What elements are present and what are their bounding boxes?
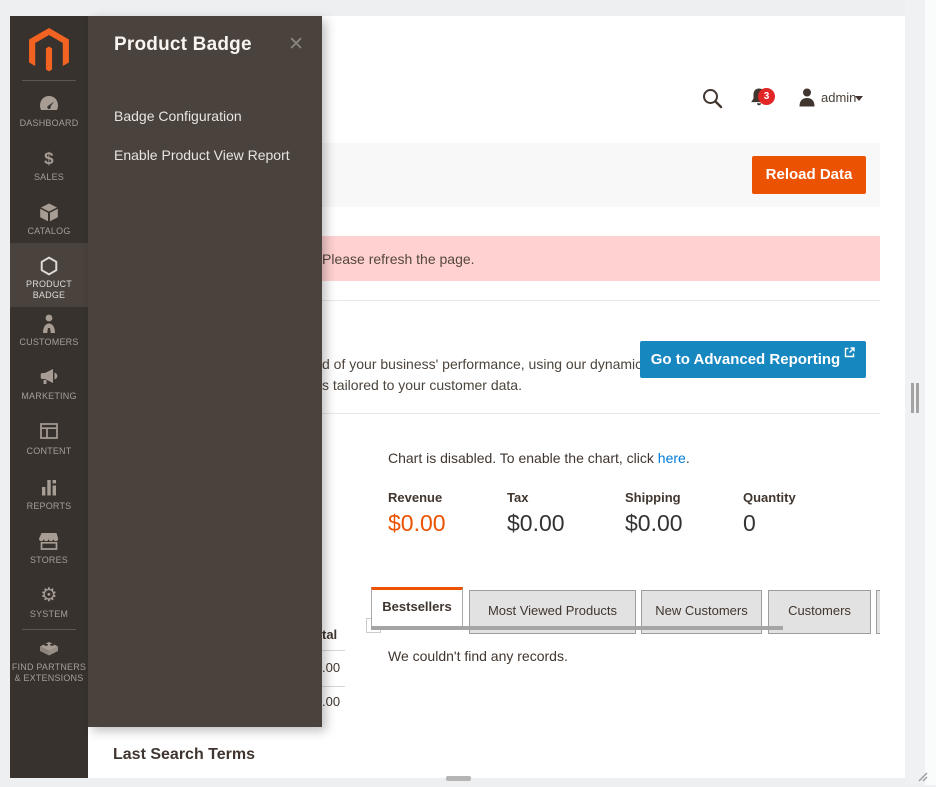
sidebar-item-content[interactable]: CONTENT — [10, 423, 88, 457]
reports-icon — [10, 478, 88, 498]
last-search-terms-title: Last Search Terms — [113, 746, 255, 764]
tab-partial[interactable] — [876, 590, 880, 634]
right-margin — [925, 0, 936, 785]
search-button[interactable] — [701, 87, 723, 114]
table-row-divider — [322, 686, 345, 687]
dashboard-totals: Revenue $0.00 Tax $0.00 Shipping $0.00 Q… — [388, 490, 853, 537]
advanced-reporting-text-line2: s tailored to your customer data. — [322, 377, 522, 393]
table-row-divider — [322, 650, 345, 651]
vertical-scrollbar[interactable] — [905, 0, 925, 785]
advanced-reporting-text-line1: d of your business' performance, using o… — [322, 356, 642, 372]
scrollbar-grip[interactable] — [916, 383, 919, 413]
sales-icon: $ — [10, 149, 88, 169]
tab-bestsellers[interactable]: Bestsellers — [371, 587, 463, 626]
alert-message: Please refresh the page. — [322, 251, 475, 267]
sidebar-item-dashboard[interactable]: DASHBOARD — [10, 95, 88, 129]
find-partners-icon — [10, 639, 88, 659]
tab-customers[interactable]: Customers — [768, 590, 871, 634]
enable-chart-link[interactable]: here — [658, 450, 686, 466]
notification-count-badge: 3 — [758, 88, 775, 105]
system-icon: ⚙ — [10, 586, 88, 606]
username-label[interactable]: admin — [821, 90, 856, 105]
sidebar-divider — [22, 80, 76, 81]
stores-icon — [10, 532, 88, 552]
horizontal-scrollbar-thumb[interactable] — [446, 776, 471, 781]
sidebar-item-customers[interactable]: CUSTOMERS — [10, 314, 88, 348]
scrollbar-grip[interactable] — [911, 383, 914, 413]
flyout-item-enable-product-view-report[interactable]: Enable Product View Report — [114, 147, 290, 163]
stat-quantity: Quantity 0 — [743, 490, 853, 537]
chart-disabled-notice: Chart is disabled. To enable the chart, … — [388, 450, 690, 466]
customers-icon — [10, 314, 88, 334]
user-icon — [798, 94, 816, 111]
search-icon — [701, 96, 723, 113]
table-header-fragment: tal — [322, 627, 337, 642]
advanced-reporting-button[interactable]: Go to Advanced Reporting — [640, 341, 866, 378]
stat-tax: Tax $0.00 — [507, 490, 625, 537]
dashboard-icon — [10, 95, 88, 115]
account-menu[interactable] — [798, 88, 816, 112]
sidebar-item-system[interactable]: ⚙ SYSTEM — [10, 586, 88, 620]
marketing-icon — [10, 368, 88, 388]
sidebar-item-reports[interactable]: REPORTS — [10, 478, 88, 512]
sidebar-item-sales[interactable]: $ SALES — [10, 149, 88, 183]
sidebar-item-marketing[interactable]: MARKETING — [10, 368, 88, 402]
admin-sidebar: DASHBOARD $ SALES CATALOG PRODUCT BADGE … — [10, 16, 88, 778]
flyout-item-badge-configuration[interactable]: Badge Configuration — [114, 108, 242, 124]
sidebar-item-stores[interactable]: STORES — [10, 532, 88, 566]
product-badge-flyout: Product Badge ✕ Badge Configuration Enab… — [88, 16, 322, 727]
table-cell-fragment: .00 — [322, 660, 340, 675]
flyout-title: Product Badge — [114, 34, 252, 56]
stat-shipping: Shipping $0.00 — [625, 490, 743, 537]
reload-data-button[interactable]: Reload Data — [752, 156, 866, 194]
close-icon[interactable]: ✕ — [288, 33, 304, 56]
sidebar-item-find-partners[interactable]: FIND PARTNERS & EXTENSIONS — [10, 639, 88, 684]
external-link-icon — [844, 347, 855, 358]
magento-logo[interactable] — [29, 28, 69, 74]
table-cell-fragment: .00 — [322, 694, 340, 709]
content-icon — [10, 423, 88, 443]
resize-grip-icon[interactable] — [914, 768, 928, 787]
sidebar-item-catalog[interactable]: CATALOG — [10, 203, 88, 237]
chevron-down-icon — [855, 96, 863, 101]
product-badge-icon — [10, 256, 88, 276]
tab-underline — [371, 626, 783, 630]
empty-records-message: We couldn't find any records. — [388, 648, 568, 664]
stat-revenue: Revenue $0.00 — [388, 490, 507, 537]
catalog-icon — [10, 203, 88, 223]
sidebar-item-product-badge[interactable]: PRODUCT BADGE — [10, 243, 88, 307]
sidebar-divider — [22, 629, 76, 630]
